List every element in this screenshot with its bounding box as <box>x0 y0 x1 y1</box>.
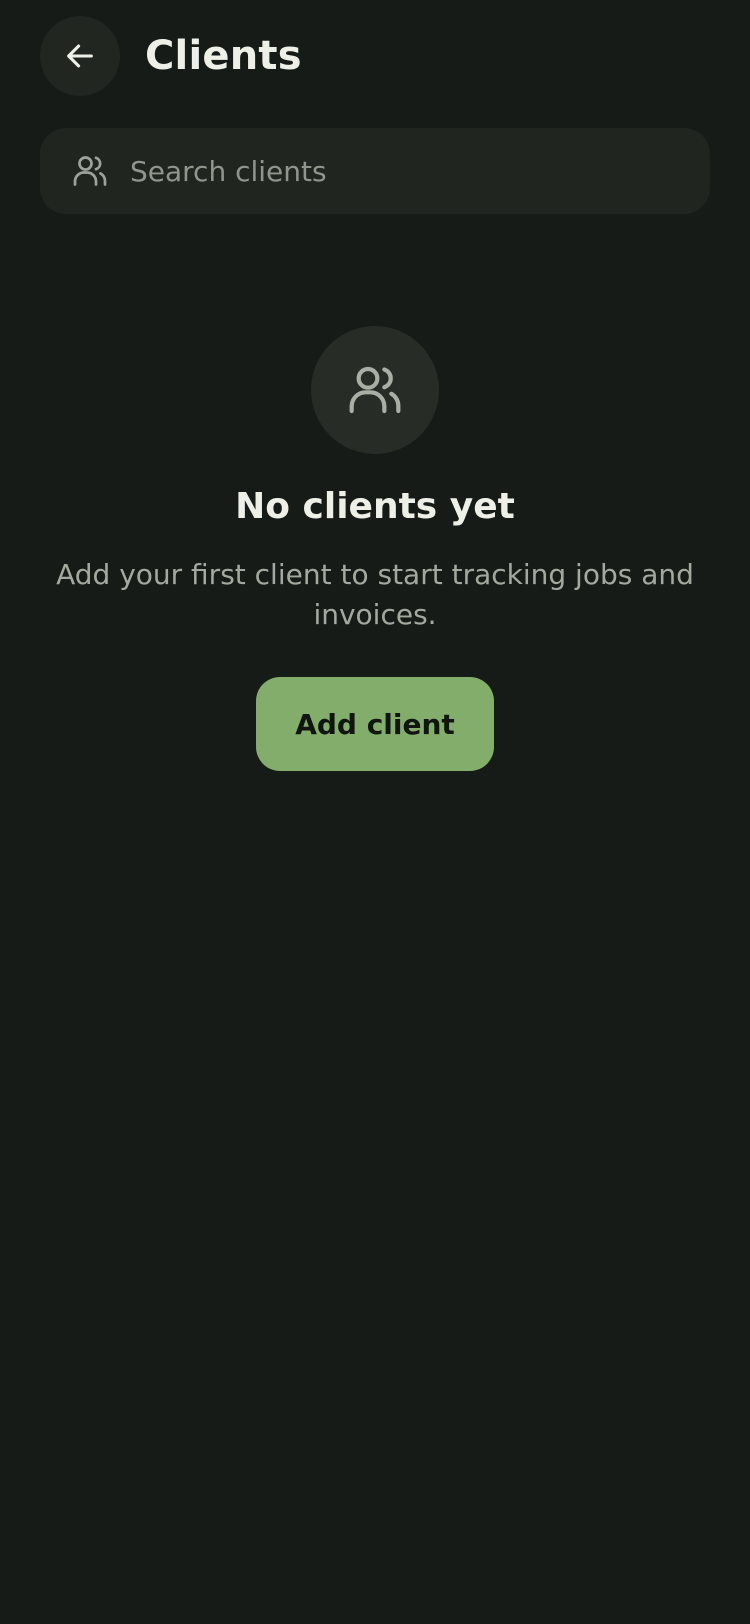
empty-state-title: No clients yet <box>235 486 515 527</box>
empty-state-description: Add your first client to start tracking … <box>56 558 694 631</box>
page-title: Clients <box>145 33 302 79</box>
empty-state: No clients yet Add your first client to … <box>0 326 750 771</box>
header: Clients <box>40 16 302 96</box>
users-icon <box>72 153 108 189</box>
search-bar[interactable] <box>40 128 710 214</box>
arrow-left-icon <box>67 44 93 68</box>
search-input[interactable] <box>130 146 710 196</box>
add-client-button[interactable]: Add client <box>256 677 494 771</box>
empty-state-icon-container <box>311 326 439 454</box>
users-icon <box>349 366 401 414</box>
back-button[interactable] <box>40 16 120 96</box>
